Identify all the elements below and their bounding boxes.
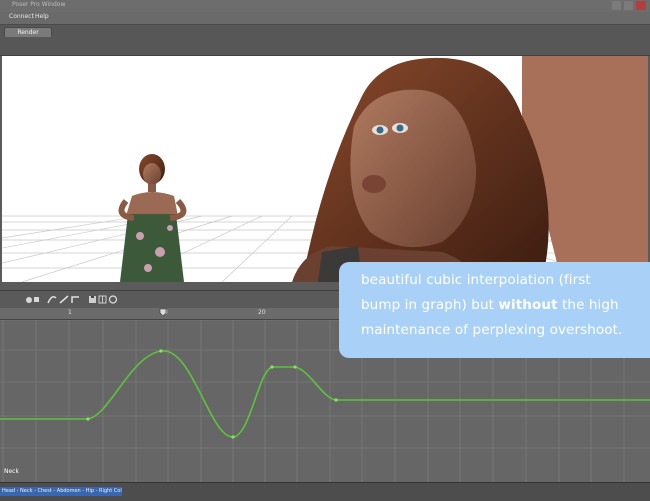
key-remove-icon (34, 297, 39, 302)
interpolation-spline-icon (47, 296, 57, 304)
viewport-3d[interactable] (2, 56, 648, 282)
track-label: Neck (4, 468, 19, 475)
callout-line-2-post: the high (557, 297, 619, 313)
menu-help[interactable]: Help (35, 13, 49, 20)
track-tabs[interactable]: Head - Neck - Chest - Abdomen - Hip - Ri… (0, 487, 122, 496)
keyframe (86, 417, 90, 421)
keyframe (334, 398, 338, 402)
close-icon[interactable] (636, 1, 646, 10)
title-bar (0, 0, 650, 12)
callout-line-3: maintenance of perplexing overshoot. (361, 322, 623, 338)
ruler-label: 20 (258, 309, 266, 316)
interpolation-linear-icon (59, 295, 69, 304)
keyframe-points (86, 349, 338, 439)
foreground-figure (292, 56, 648, 282)
maximize-icon[interactable] (624, 1, 633, 10)
minimize-icon[interactable] (612, 1, 621, 10)
background-figure (118, 154, 187, 282)
graph-toolbar-icons (26, 295, 118, 304)
keyframe (159, 349, 163, 353)
keyframe (293, 365, 297, 369)
save-icon (89, 296, 96, 303)
interpolation-constant-icon (71, 296, 79, 303)
window-title: Poser Pro Window (12, 1, 66, 8)
keyframe (231, 435, 235, 439)
target-icon (108, 295, 118, 304)
menu-connect[interactable]: Connect (9, 13, 34, 20)
annotation-callout: beautiful cubic interpolation (first bum… (339, 262, 650, 358)
tab-render[interactable]: Render (4, 27, 52, 37)
toolbar (0, 25, 650, 56)
grid-icon (98, 295, 107, 304)
callout-emphasis: without (498, 297, 558, 313)
ruler-label: 1 (68, 309, 72, 316)
menu-bar (0, 12, 650, 25)
playhead-marker[interactable] (158, 308, 168, 318)
callout-line-2: bump in graph) but without the high (361, 293, 650, 318)
key-add-icon (26, 297, 32, 303)
animation-curve (0, 350, 650, 438)
callout-line-1: beautiful cubic interpolation (first (361, 272, 591, 288)
scene-render (2, 56, 648, 282)
callout-line-2-pre: bump in graph) but (361, 297, 499, 313)
keyframe (270, 365, 274, 369)
